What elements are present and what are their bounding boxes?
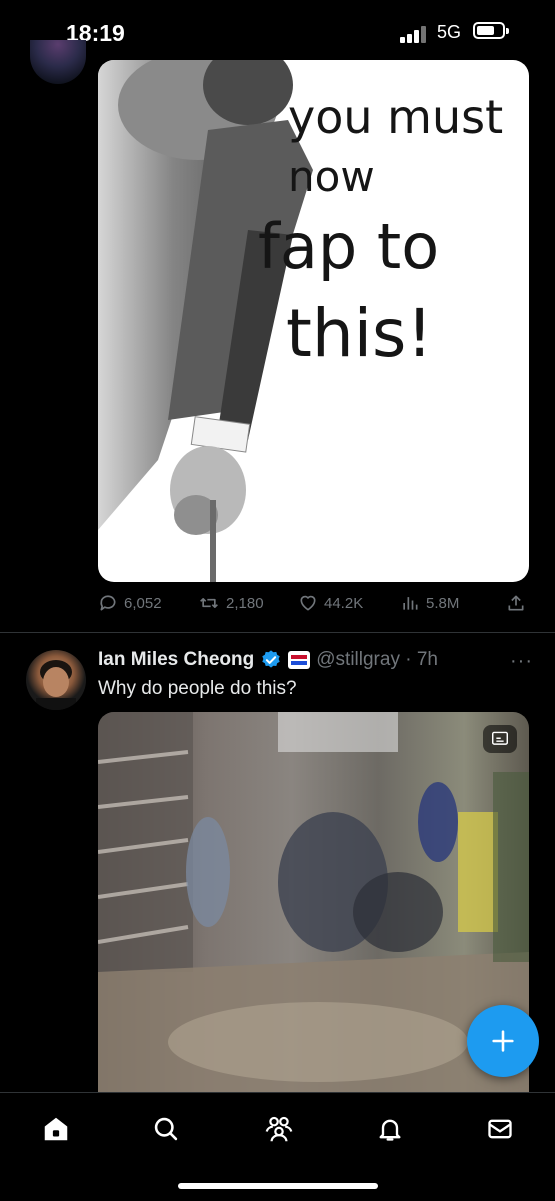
verified-badge-icon[interactable]	[260, 649, 282, 671]
captions-icon	[492, 731, 508, 745]
retweet-button[interactable]: 2,180	[198, 593, 264, 613]
affiliate-badge-icon[interactable]	[288, 651, 311, 669]
reply-button[interactable]: 6,052	[98, 593, 162, 613]
reply-icon	[100, 595, 116, 611]
avatar[interactable]	[30, 40, 86, 84]
nav-communities[interactable]	[261, 1111, 297, 1147]
video-settings-button[interactable]	[483, 725, 517, 753]
view-count: 5.8M	[426, 594, 460, 612]
tweet-text: Why do people do this?	[98, 678, 297, 699]
meme-text-line: this!	[286, 295, 433, 372]
heart-icon	[300, 595, 316, 611]
handle-time[interactable]: @stillgray · 7h	[316, 649, 438, 671]
views-button[interactable]: 5.8M	[400, 593, 459, 613]
tweet-divider	[0, 632, 555, 633]
author-name[interactable]: Ian Miles Cheong	[98, 649, 254, 671]
tweet-actions: 6,052 2,180 44.2K 5.8M	[98, 593, 529, 619]
reply-count: 6,052	[124, 594, 162, 612]
video-frame	[98, 712, 529, 1112]
meme-text-line: fap to	[258, 210, 440, 283]
mail-icon	[488, 1119, 512, 1139]
like-count: 44.2K	[324, 594, 364, 612]
meme-text-line: you must	[288, 90, 504, 144]
bar-chart-icon	[403, 597, 418, 610]
avatar[interactable]	[26, 650, 86, 710]
retweet-icon	[200, 598, 218, 608]
share-icon	[508, 595, 524, 611]
nav-messages[interactable]	[482, 1111, 518, 1147]
retweet-count: 2,180	[226, 594, 264, 612]
nav-home[interactable]	[38, 1111, 74, 1147]
meme-text-line: now	[288, 152, 375, 201]
share-button[interactable]	[506, 593, 526, 613]
tweet-video[interactable]	[98, 712, 529, 1112]
more-options-button[interactable]: ···	[510, 650, 533, 673]
search-icon	[154, 1117, 178, 1141]
tweet-header: Ian Miles Cheong @stillgray · 7h	[98, 647, 438, 673]
plus-icon	[492, 1030, 514, 1052]
tweet-image[interactable]: you must now fap to this!	[98, 60, 529, 582]
bell-icon	[379, 1119, 401, 1141]
network-label: 5G	[437, 22, 462, 42]
home-icon	[44, 1117, 68, 1141]
compose-tweet-button[interactable]	[467, 1005, 539, 1077]
like-button[interactable]: 44.2K	[298, 593, 363, 613]
communities-icon	[265, 1116, 293, 1142]
battery-icon	[473, 22, 509, 39]
nav-search[interactable]	[148, 1111, 184, 1147]
signal-icon	[400, 25, 430, 43]
home-indicator[interactable]	[178, 1183, 378, 1189]
nav-notifications[interactable]	[372, 1111, 408, 1147]
